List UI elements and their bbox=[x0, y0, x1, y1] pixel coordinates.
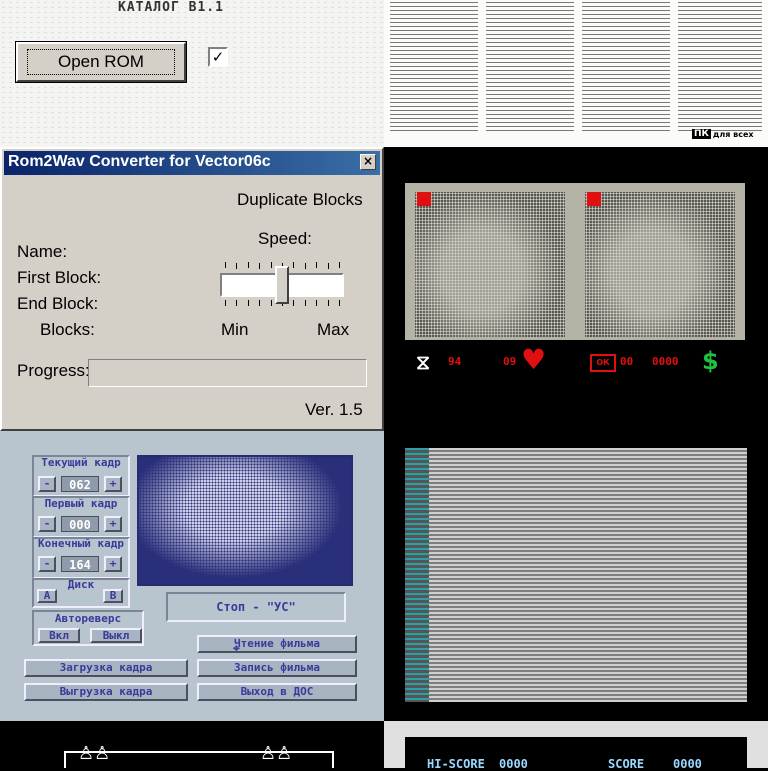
current-frame-value: 062 bbox=[61, 476, 99, 492]
current-frame-plus-button[interactable]: + bbox=[104, 476, 122, 492]
blocks-label: Blocks: bbox=[40, 320, 95, 339]
text-column bbox=[582, 0, 670, 132]
face-image-right bbox=[585, 192, 735, 337]
loading-stripes bbox=[405, 448, 747, 702]
read-film-button[interactable]: Чтение фильма bbox=[197, 635, 357, 653]
open-rom-label: Open ROM bbox=[27, 49, 175, 75]
pawn-icon: ♙♙ bbox=[260, 743, 293, 764]
speed-label: Speed: bbox=[258, 229, 312, 248]
pawn-icon: ♙♙ bbox=[78, 743, 111, 764]
hi-score-label: HI-SCORE bbox=[427, 757, 485, 771]
slider-tick bbox=[225, 300, 226, 306]
slider-tick bbox=[247, 300, 249, 306]
checkmark-icon: ✓ bbox=[211, 48, 225, 66]
slider-tick bbox=[316, 300, 318, 306]
close-icon: × bbox=[362, 154, 374, 168]
slider-tick bbox=[293, 262, 295, 268]
first-frame-minus-button[interactable]: - bbox=[38, 516, 56, 532]
progress-bar bbox=[88, 359, 367, 387]
logo-text: для всех bbox=[712, 129, 754, 139]
window-titlebar[interactable]: Rom2Wav Converter for Vector06c × bbox=[4, 151, 380, 175]
film-frame-image bbox=[137, 455, 353, 586]
catalog-title: КАТАЛОГ В1.1 bbox=[118, 0, 224, 15]
slider-tick bbox=[293, 300, 295, 306]
write-film-button[interactable]: Запись фильма bbox=[197, 659, 357, 677]
first-block-label: First Block: bbox=[17, 268, 102, 287]
text-column bbox=[678, 0, 762, 132]
logo-badge: ПК bbox=[692, 129, 711, 139]
score-bar: HI-SCORE 0000 SCORE 0000 bbox=[405, 737, 747, 771]
hud-left-value: 94 bbox=[448, 355, 462, 368]
score-value: 0000 bbox=[673, 757, 702, 771]
first-frame-value: 000 bbox=[61, 516, 99, 532]
slider-tick bbox=[270, 262, 272, 268]
disk-b-button[interactable]: B bbox=[103, 589, 123, 603]
red-marker bbox=[587, 192, 601, 206]
slider-tick bbox=[270, 300, 272, 306]
speed-max-label: Max bbox=[317, 320, 350, 339]
slider-tick bbox=[327, 300, 329, 306]
window-title: Rom2Wav Converter for Vector06c bbox=[8, 153, 271, 170]
text-column bbox=[390, 0, 478, 132]
newspaper-logo: ПК для всех bbox=[692, 128, 754, 140]
disk-a-button[interactable]: A bbox=[37, 589, 57, 603]
end-block-label: End Block: bbox=[17, 294, 99, 313]
chess-screen: ♙♙ ♙♙ bbox=[0, 721, 384, 768]
exit-dos-button[interactable]: Выход в ДОС bbox=[197, 683, 357, 701]
slider-tick bbox=[316, 262, 318, 268]
slider-tick bbox=[247, 262, 249, 268]
cursor-icon: ⌖ bbox=[233, 641, 240, 655]
last-frame-plus-button[interactable]: + bbox=[104, 556, 122, 572]
slider-tick bbox=[304, 300, 306, 306]
hud-lives: 09 bbox=[503, 355, 517, 368]
autoreverse-on-button[interactable]: Вкл bbox=[38, 628, 80, 643]
hud-badge: ОК bbox=[590, 354, 616, 372]
speed-slider-thumb[interactable] bbox=[275, 266, 289, 304]
loading-stripes-left bbox=[405, 448, 429, 702]
version-label: Ver. 1.5 bbox=[305, 400, 363, 419]
heart-icon: ♥ bbox=[521, 343, 547, 376]
slider-tick bbox=[339, 262, 340, 268]
load-frame-button[interactable]: Загрузка кадра bbox=[24, 659, 188, 677]
hourglass-icon: ⧖ bbox=[416, 350, 431, 374]
newspaper-scan bbox=[384, 0, 768, 147]
speed-min-label: Min bbox=[221, 320, 249, 339]
current-frame-label: Текущий кадр bbox=[41, 456, 121, 469]
slider-tick bbox=[304, 263, 306, 269]
red-marker bbox=[417, 192, 431, 206]
face-image-left bbox=[415, 192, 565, 337]
score-label: SCORE bbox=[608, 757, 645, 771]
dollar-icon: $ bbox=[702, 347, 719, 375]
slider-tick bbox=[236, 300, 238, 306]
slider-tick bbox=[259, 263, 261, 269]
progress-label: Progress: bbox=[17, 361, 90, 380]
name-label: Name: bbox=[17, 242, 68, 261]
slider-tick bbox=[259, 300, 261, 306]
slider-tick bbox=[327, 263, 329, 269]
autoreverse-label: Автореверс bbox=[54, 612, 122, 625]
last-frame-minus-button[interactable]: - bbox=[38, 556, 56, 572]
duplicate-blocks-label: Duplicate Blocks bbox=[237, 190, 363, 209]
unload-frame-button[interactable]: Выгрузка кадра bbox=[24, 683, 188, 701]
slider-tick bbox=[225, 262, 226, 268]
last-frame-label: Конечный кадр bbox=[37, 537, 125, 550]
text-column bbox=[486, 0, 574, 132]
autoreverse-off-button[interactable]: Выкл bbox=[90, 628, 142, 643]
open-rom-button[interactable]: Open ROM bbox=[15, 41, 187, 83]
hi-score-value: 0000 bbox=[499, 757, 528, 771]
first-frame-plus-button[interactable]: + bbox=[104, 516, 122, 532]
hud-money2: 0000 bbox=[652, 355, 679, 368]
slider-tick bbox=[339, 300, 340, 306]
last-frame-value: 164 bbox=[61, 556, 99, 572]
slider-tick bbox=[236, 263, 238, 269]
close-button[interactable]: × bbox=[360, 154, 376, 170]
hud-money1: 00 bbox=[620, 355, 634, 368]
duplicate-blocks-checkbox[interactable]: ✓ bbox=[208, 47, 228, 67]
first-frame-label: Первый кадр bbox=[44, 497, 118, 510]
status-display: Стоп - "УС" bbox=[166, 592, 346, 622]
current-frame-minus-button[interactable]: - bbox=[38, 476, 56, 492]
